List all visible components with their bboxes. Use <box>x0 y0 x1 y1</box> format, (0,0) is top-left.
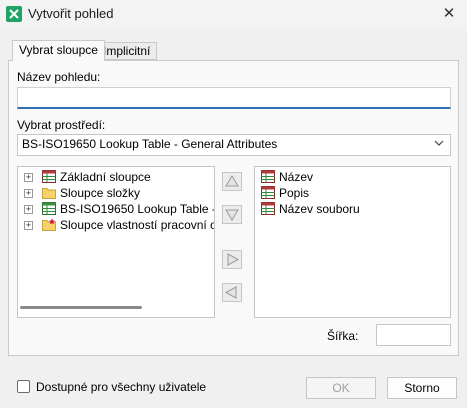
selected-columns-list[interactable]: Název Popis Název souboru <box>254 166 451 318</box>
ok-button[interactable]: OK <box>306 377 376 399</box>
tab-select-columns[interactable]: Vybrat sloupce <box>12 40 105 61</box>
public-checkbox[interactable] <box>17 380 30 393</box>
window-title: Vytvořit pohled <box>28 6 114 21</box>
move-down-button[interactable] <box>222 205 242 224</box>
tree-item-label: Sloupce vlastností pracovní obla <box>60 218 214 232</box>
title-bar: Vytvořit pohled ✕ <box>0 0 467 28</box>
add-column-button[interactable] <box>222 250 242 269</box>
available-columns-tree[interactable]: + Základní sloupce + Sloupce složky + BS… <box>17 166 215 318</box>
width-label: Šířka: <box>327 329 359 343</box>
chevron-down-icon <box>434 138 444 151</box>
table-icon <box>42 170 56 183</box>
excel-app-icon <box>6 6 22 22</box>
tree-item-basic-columns[interactable]: + Základní sloupce <box>18 169 214 185</box>
list-item[interactable]: Název <box>255 169 450 185</box>
table-icon <box>261 170 275 183</box>
width-input[interactable] <box>376 324 451 346</box>
tree-item-label: Sloupce složky <box>60 186 141 200</box>
environment-select[interactable]: BS-ISO19650 Lookup Table - General Attri… <box>17 134 451 156</box>
list-item-label: Název <box>279 170 314 184</box>
tree-item-lookup-table[interactable]: + BS-ISO19650 Lookup Table - Ge <box>18 201 214 217</box>
environment-label: Vybrat prostředí: <box>17 118 106 132</box>
table-icon <box>261 186 275 199</box>
close-button[interactable]: ✕ <box>437 3 461 25</box>
folder-icon <box>42 186 56 199</box>
arrow-up-icon <box>225 175 239 187</box>
arrow-down-icon <box>225 209 239 221</box>
list-item-label: Popis <box>279 186 310 200</box>
list-item-label: Název souboru <box>279 202 360 216</box>
expand-icon[interactable]: + <box>24 189 33 198</box>
horizontal-scrollbar[interactable] <box>20 306 142 309</box>
tree-item-workspace-properties[interactable]: + Sloupce vlastností pracovní obla <box>18 217 214 233</box>
tree-item-label: Základní sloupce <box>60 170 151 184</box>
view-name-label: Název pohledu: <box>17 70 101 84</box>
arrow-right-icon <box>227 253 239 266</box>
view-name-input[interactable] <box>17 87 451 109</box>
expand-icon[interactable]: + <box>24 205 33 214</box>
close-icon: ✕ <box>442 5 456 22</box>
table-icon <box>42 202 56 215</box>
tree-item-folder-columns[interactable]: + Sloupce složky <box>18 185 214 201</box>
cancel-button[interactable]: Storno <box>387 377 457 399</box>
list-item[interactable]: Popis <box>255 185 450 201</box>
arrow-left-icon <box>225 286 237 299</box>
list-item[interactable]: Název souboru <box>255 201 450 217</box>
move-up-button[interactable] <box>222 172 242 191</box>
tree-item-label: BS-ISO19650 Lookup Table - Ge <box>60 202 214 216</box>
public-checkbox-label: Dostupné pro všechny uživatele <box>36 380 207 394</box>
table-icon <box>261 202 275 215</box>
folder-star-icon <box>42 218 56 231</box>
expand-icon[interactable]: + <box>24 173 33 182</box>
remove-column-button[interactable] <box>222 283 242 302</box>
environment-selected-value: BS-ISO19650 Lookup Table - General Attri… <box>22 137 278 151</box>
expand-icon[interactable]: + <box>24 221 33 230</box>
tab-default[interactable]: Implicitní <box>96 42 158 60</box>
